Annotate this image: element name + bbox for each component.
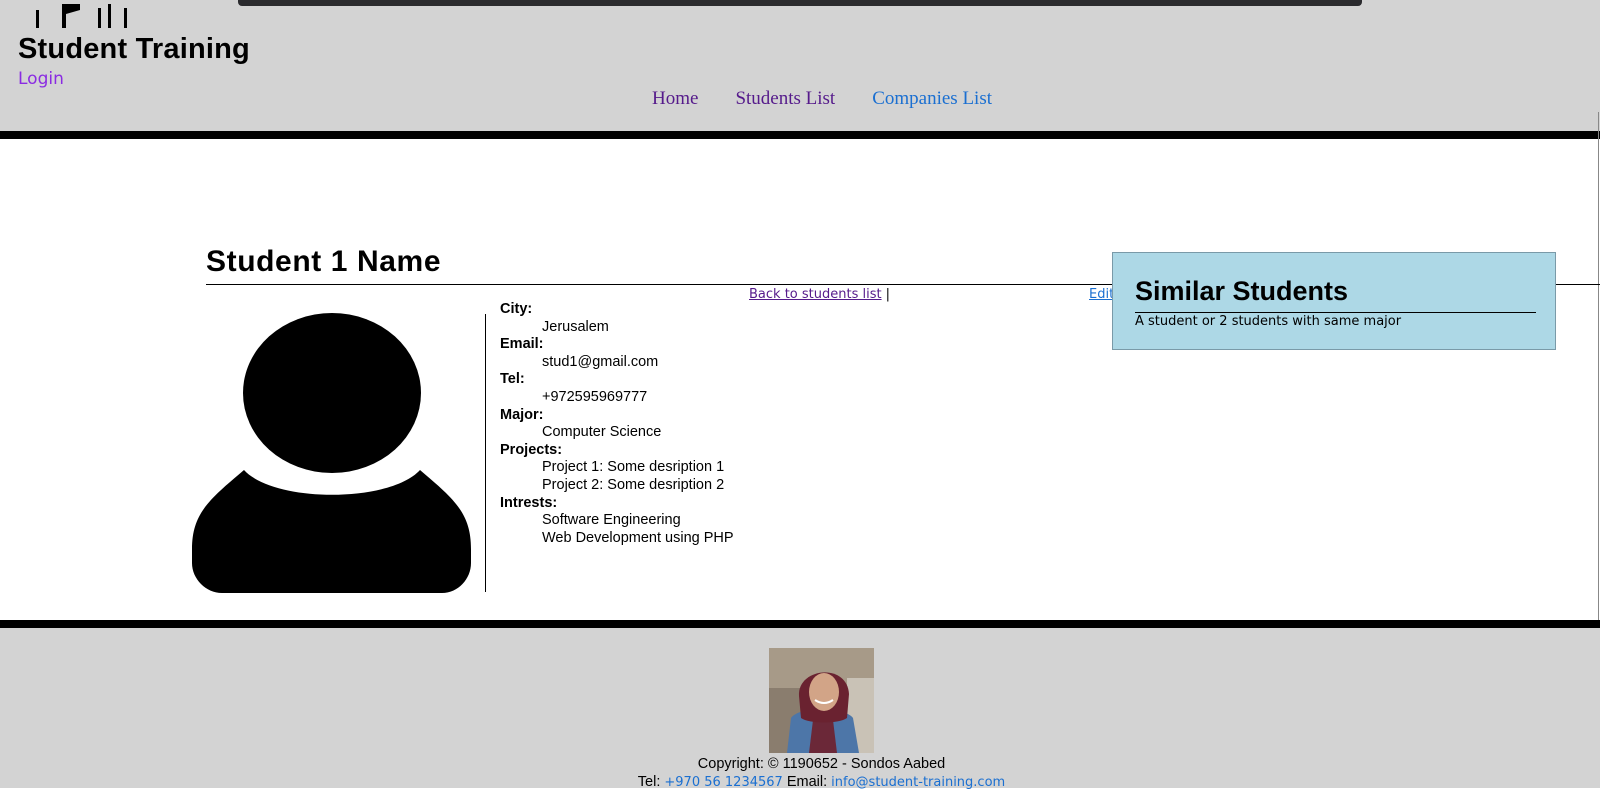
project-item: Project 2: Some desription 2 [542, 476, 725, 493]
tel-value: +972595969777 [542, 388, 648, 405]
city-label: City: [500, 301, 533, 317]
similar-students-panel: Similar Students A student or 2 students… [1112, 252, 1556, 350]
main-nav: Home Students List Companies List [652, 88, 992, 110]
major-label: Major: [500, 406, 544, 423]
projects-label: Projects: [500, 441, 563, 458]
student-name-heading: Student 1 Name [206, 245, 442, 278]
email-value: stud1@gmail.com [542, 353, 659, 370]
edit-student-link[interactable]: Edit [1089, 287, 1114, 302]
nav-students-list-link[interactable]: Students List [735, 88, 835, 110]
similar-students-title: Similar Students [1135, 276, 1349, 306]
major-value: Computer Science [542, 424, 662, 441]
profile-divider [485, 314, 486, 592]
student-details: City: Jerusalem Email: stud1@gmail.com T… [500, 301, 734, 547]
nav-home-link[interactable]: Home [652, 88, 698, 110]
copyright-text: Copyright: © 1190652 - Sondos Aabed [697, 756, 946, 772]
interest-item: Web Development using PHP [542, 529, 734, 546]
interests-label: Intrests: [500, 494, 558, 511]
city-value: Jerusalem [542, 318, 609, 335]
login-link[interactable]: Login [18, 69, 64, 89]
avatar-icon [192, 313, 471, 593]
footer-divider [0, 620, 1600, 628]
footer-photo [769, 648, 874, 753]
site-header: Student Training Login Home Students Lis… [0, 0, 1600, 132]
back-to-students-link[interactable]: Back to students list [749, 287, 882, 302]
header-divider [0, 131, 1600, 139]
project-item: Project 1: Some desription 1 [542, 459, 725, 476]
logo-icon [36, 4, 127, 28]
student-actions: Back to students list | [749, 287, 890, 302]
site-footer: Copyright: © 1190652 - Sondos Aabed Tel:… [0, 628, 1600, 790]
similar-students-description: A student or 2 students with same major [1135, 314, 1402, 329]
email-label: Email: [500, 336, 544, 353]
similar-students-underline [1135, 312, 1536, 313]
browser-top-strip [238, 0, 1362, 6]
interest-item: Software Engineering [542, 512, 681, 529]
tel-label: Tel: [500, 371, 525, 388]
action-separator: | [885, 287, 890, 302]
site-title: Student Training [18, 33, 250, 65]
nav-companies-list-link[interactable]: Companies List [872, 88, 992, 110]
